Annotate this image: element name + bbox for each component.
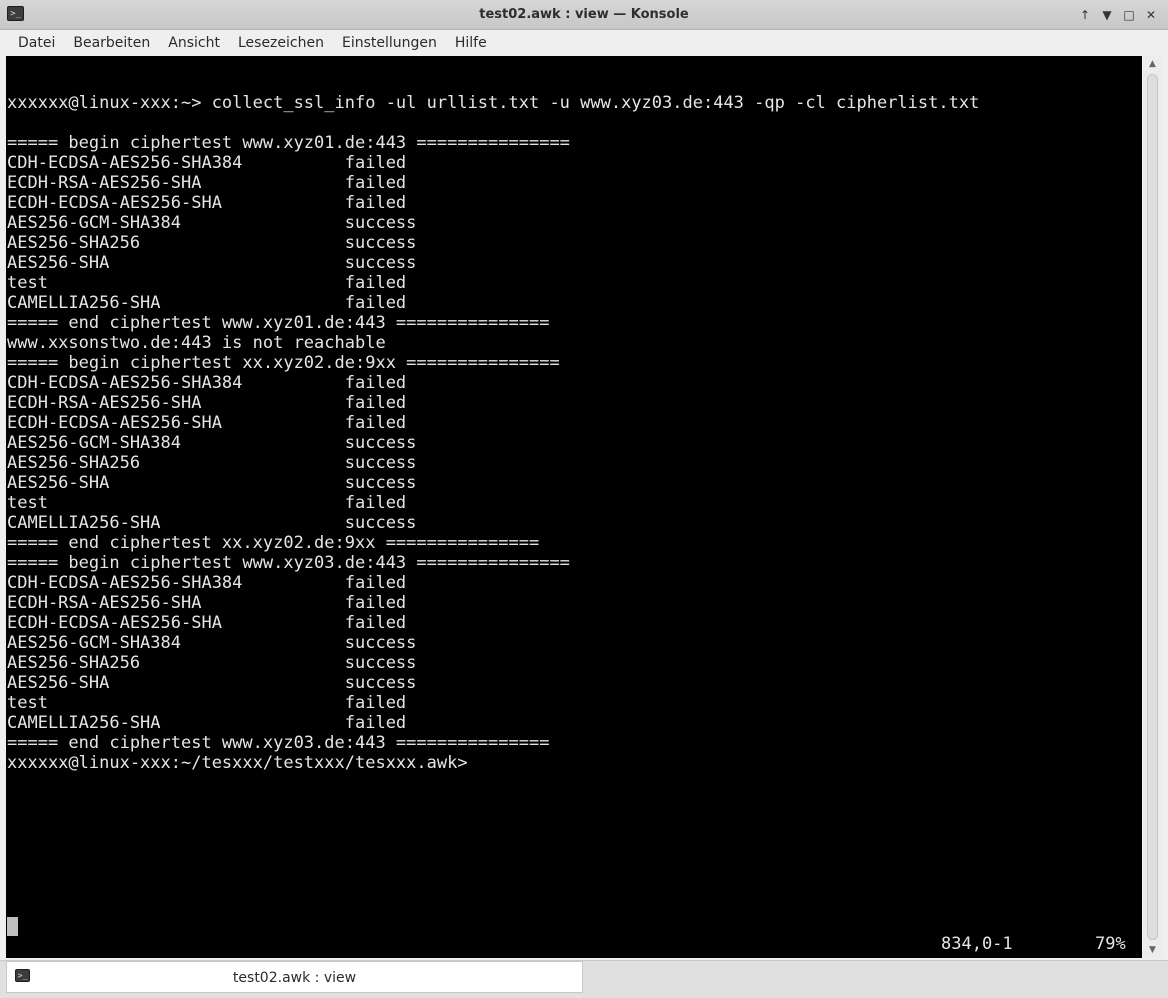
terminal-line: CAMELLIA256-SHA failed (7, 713, 407, 733)
window-title: test02.awk : view — Konsole (479, 7, 689, 22)
text-cursor (7, 917, 18, 936)
terminal-line: AES256-SHA256 success (7, 453, 417, 473)
menu-einstellungen[interactable]: Einstellungen (333, 31, 446, 55)
terminal-line: AES256-SHA256 success (7, 653, 417, 673)
terminal-line: ===== begin ciphertest www.xyz01.de:443 … (7, 133, 570, 153)
terminal-line: ECDH-ECDSA-AES256-SHA failed (7, 613, 407, 633)
terminal-line: test failed (7, 493, 407, 513)
terminal-view[interactable]: xxxxxx@linux-xxx:~> collect_ssl_info -ul… (6, 56, 1142, 958)
menu-hilfe[interactable]: Hilfe (446, 31, 496, 55)
terminal-line: AES256-SHA success (7, 673, 417, 693)
terminal-line: xxxxxx@linux-xxx:~> collect_ssl_info -ul… (7, 93, 980, 113)
menu-bar: Datei Bearbeiten Ansicht Lesezeichen Ein… (0, 31, 1168, 55)
maximize-icon[interactable]: □ (1120, 6, 1138, 24)
terminal-line: ECDH-ECDSA-AES256-SHA failed (7, 413, 407, 433)
keep-above-icon[interactable]: ↑ (1076, 6, 1094, 24)
scrollbar-handle[interactable] (1147, 74, 1158, 940)
terminal-line: ===== begin ciphertest xx.xyz02.de:9xx =… (7, 353, 560, 373)
terminal-output: xxxxxx@linux-xxx:~> collect_ssl_info -ul… (7, 93, 1142, 773)
terminal-line: AES256-GCM-SHA384 success (7, 213, 417, 233)
scroll-up-icon[interactable]: ▲ (1143, 56, 1162, 72)
terminal-line: AES256-GCM-SHA384 success (7, 633, 417, 653)
terminal-line: test failed (7, 273, 407, 293)
scroll-percent: 79% (1095, 934, 1126, 954)
terminal-line: ===== end ciphertest www.xyz03.de:443 ==… (7, 733, 550, 753)
session-tab[interactable]: >_ test02.awk : view (6, 961, 583, 993)
terminal-line: CDH-ECDSA-AES256-SHA384 failed (7, 153, 407, 173)
title-bar[interactable]: >_ test02.awk : view — Konsole ↑ ▼ □ ✕ (0, 0, 1168, 30)
cursor-position: 834,0-1 (941, 934, 1013, 954)
terminal-line: ===== end ciphertest www.xyz01.de:443 ==… (7, 313, 550, 333)
terminal-line: AES256-SHA success (7, 473, 417, 493)
terminal-line: ===== end ciphertest xx.xyz02.de:9xx ===… (7, 533, 540, 553)
terminal-line: ECDH-RSA-AES256-SHA failed (7, 173, 407, 193)
minimize-icon[interactable]: ▼ (1098, 6, 1116, 24)
window-controls: ↑ ▼ □ ✕ (1076, 6, 1160, 24)
terminal-line: CAMELLIA256-SHA failed (7, 293, 407, 313)
terminal-line: test failed (7, 693, 407, 713)
terminal-line: www.xxsonstwo.de:443 is not reachable (7, 333, 386, 353)
terminal-line: ECDH-ECDSA-AES256-SHA failed (7, 193, 407, 213)
terminal-line: CAMELLIA256-SHA success (7, 513, 417, 533)
terminal-line: ECDH-RSA-AES256-SHA failed (7, 393, 407, 413)
tab-label: test02.awk : view (232, 970, 357, 986)
tab-bar: >_ test02.awk : view (0, 960, 1168, 998)
close-icon[interactable]: ✕ (1142, 6, 1160, 24)
terminal-line: ECDH-RSA-AES256-SHA failed (7, 593, 407, 613)
menu-lesezeichen[interactable]: Lesezeichen (229, 31, 333, 55)
scroll-down-icon[interactable]: ▼ (1143, 942, 1162, 958)
menu-bearbeiten[interactable]: Bearbeiten (64, 31, 159, 55)
terminal-line: xxxxxx@linux-xxx:~/tesxxx/testxxx/tesxxx… (7, 753, 468, 773)
terminal-line: AES256-SHA success (7, 253, 417, 273)
terminal-line: AES256-GCM-SHA384 success (7, 433, 417, 453)
vertical-scrollbar[interactable]: ▲ ▼ (1143, 56, 1162, 958)
terminal-line: AES256-SHA256 success (7, 233, 417, 253)
menu-datei[interactable]: Datei (9, 31, 64, 55)
terminal-line: ===== begin ciphertest www.xyz03.de:443 … (7, 553, 570, 573)
menu-ansicht[interactable]: Ansicht (159, 31, 229, 55)
terminal-line: CDH-ECDSA-AES256-SHA384 failed (7, 373, 407, 393)
terminal-line: CDH-ECDSA-AES256-SHA384 failed (7, 573, 407, 593)
